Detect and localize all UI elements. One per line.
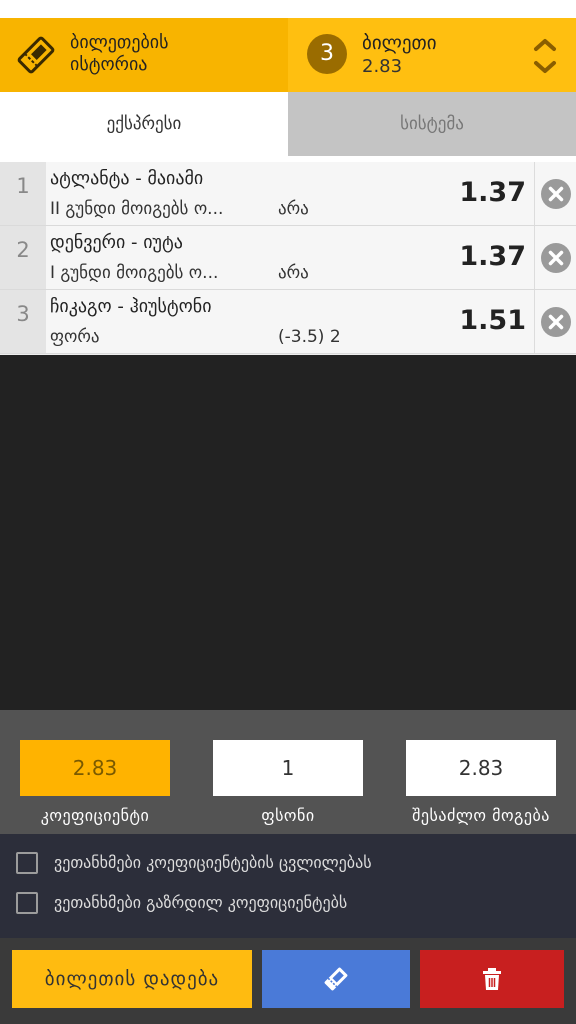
place-bet-button[interactable]: ბილეთის დადება — [12, 950, 252, 1008]
bet-slip-header: ბილეთების ისტორია 3 ბილეთი 2.83 — [0, 18, 576, 92]
bet-details: დენვერი - იუტა I გუნდი მოიგებს ო... არა … — [46, 226, 534, 289]
bet-details: ატლანტა - მაიამი II გუნდი მოიგებს ო... ა… — [46, 162, 534, 225]
agree-increased-odds-checkbox[interactable] — [16, 892, 38, 914]
action-bar: ბილეთის დადება — [0, 938, 576, 1024]
bet-type-tabs: ექსპრესი სისტემა — [0, 92, 576, 156]
delete-button[interactable] — [420, 950, 564, 1008]
history-label-line1: ბილეთების — [70, 32, 169, 53]
bet-market: ფორა — [50, 327, 100, 347]
bet-teams: ატლანტა - მაიამი — [50, 168, 204, 189]
bet-odds: 1.37 — [459, 177, 526, 208]
bet-pick: არა — [278, 263, 309, 283]
stake-controls: 2.83 1 2.83 კოეფიციენტი ფსონი შესაძლო მო… — [0, 710, 576, 834]
status-bar — [0, 0, 576, 18]
remove-bet-button[interactable] — [534, 290, 576, 353]
empty-area — [0, 355, 576, 710]
bet-odds: 1.37 — [459, 241, 526, 272]
possible-win-label: შესაძლო მოგება — [412, 806, 550, 825]
bet-market: II გუნდი მოიგებს ო... — [50, 199, 224, 219]
bet-index: 2 — [0, 226, 46, 289]
possible-win-display: 2.83 — [406, 740, 556, 796]
bet-details: ჩიკაგო - ჰიუსტონი ფორა (-3.5) 2 1.51 — [46, 290, 534, 353]
close-circle-icon — [541, 179, 571, 209]
bet-index: 3 — [0, 290, 46, 353]
tab-express[interactable]: ექსპრესი — [0, 92, 288, 156]
bet-row: 2 დენვერი - იუტა I გუნდი მოიგებს ო... არ… — [0, 226, 576, 290]
bet-list: 1 ატლანტა - მაიამი II გუნდი მოიგებს ო...… — [0, 162, 576, 355]
history-label: ბილეთების ისტორია — [70, 32, 169, 76]
trash-icon — [483, 968, 501, 990]
bet-index: 1 — [0, 162, 46, 225]
ticket-icon — [324, 967, 348, 991]
bet-row: 3 ჩიკაგო - ჰიუსტონი ფორა (-3.5) 2 1.51 — [0, 290, 576, 354]
ticket-icon — [17, 36, 55, 74]
bet-odds: 1.51 — [459, 305, 526, 336]
agree-increased-odds-option[interactable]: ვეთანხმები გაზრდილ კოეფიციენტებს — [16, 890, 566, 918]
agree-odds-change-label: ვეთანხმები კოეფიციენტების ცვლილებას — [54, 853, 372, 872]
agreement-options: ვეთანხმები კოეფიციენტების ცვლილებას ვეთა… — [0, 834, 576, 938]
close-circle-icon — [541, 243, 571, 273]
stake-input[interactable]: 1 — [213, 740, 363, 796]
stake-label: ფსონი — [261, 806, 315, 825]
ticket-total-odds: 2.83 — [362, 56, 403, 77]
tab-system[interactable]: სისტემა — [288, 92, 576, 156]
coefficient-display: 2.83 — [20, 740, 170, 796]
bet-row: 1 ატლანტა - მაიამი II გუნდი მოიგებს ო...… — [0, 162, 576, 226]
ticket-summary[interactable]: 3 ბილეთი 2.83 — [288, 18, 576, 92]
agree-odds-change-option[interactable]: ვეთანხმები კოეფიციენტების ცვლილებას — [16, 850, 566, 878]
remove-bet-button[interactable] — [534, 226, 576, 289]
ticket-title: ბილეთი — [362, 32, 437, 54]
bet-market: I გუნდი მოიგებს ო... — [50, 263, 219, 283]
close-circle-icon — [541, 307, 571, 337]
history-label-line2: ისტორია — [70, 54, 148, 75]
remove-bet-button[interactable] — [534, 162, 576, 225]
agree-odds-change-checkbox[interactable] — [16, 852, 38, 874]
ticket-count-badge: 3 — [307, 34, 347, 74]
bet-pick: არა — [278, 199, 309, 219]
ticket-button[interactable] — [262, 950, 410, 1008]
bet-teams: ჩიკაგო - ჰიუსტონი — [50, 296, 212, 317]
bet-teams: დენვერი - იუტა — [50, 232, 183, 253]
history-button[interactable]: ბილეთების ისტორია — [0, 18, 288, 92]
coefficient-label: კოეფიციენტი — [40, 806, 150, 825]
bet-pick: (-3.5) 2 — [278, 327, 341, 347]
agree-increased-odds-label: ვეთანხმები გაზრდილ კოეფიციენტებს — [54, 893, 348, 912]
chevron-up-down-icon[interactable] — [528, 34, 562, 78]
